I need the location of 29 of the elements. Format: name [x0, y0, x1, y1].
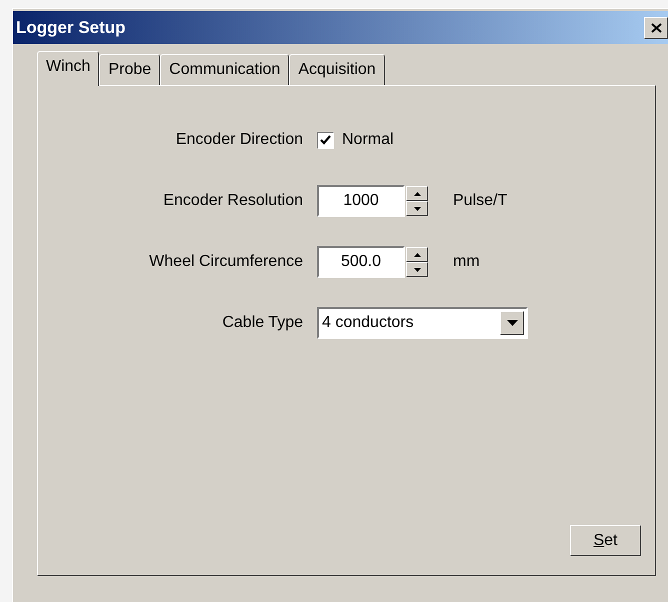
- number-field[interactable]: 500.0: [317, 246, 405, 278]
- dropdown-button[interactable]: [500, 311, 524, 335]
- spin-down-button[interactable]: [406, 201, 428, 216]
- up-arrow-icon: [414, 252, 420, 256]
- field-label: Encoder Direction: [174, 131, 303, 149]
- down-arrow-icon: [414, 268, 420, 272]
- tab[interactable]: Winch: [37, 51, 100, 86]
- checkbox-label: Normal: [342, 131, 394, 149]
- tab[interactable]: Acquisition: [289, 54, 385, 85]
- up-arrow-icon: [414, 192, 420, 196]
- unit-label: mm: [453, 253, 480, 271]
- close-button[interactable]: [644, 16, 668, 38]
- tab[interactable]: Communication: [160, 54, 290, 85]
- number-field[interactable]: 1000: [317, 185, 405, 217]
- close-icon: [650, 22, 662, 32]
- dropdown-field[interactable]: 4 conductors: [317, 307, 528, 339]
- spin-down-button[interactable]: [406, 262, 428, 277]
- field-label: Cable Type: [221, 314, 303, 332]
- unit-label: Pulse/T: [453, 192, 508, 210]
- spin-up-button[interactable]: [406, 247, 428, 262]
- spin-up-button[interactable]: [406, 186, 428, 201]
- set-button[interactable]: Set: [570, 525, 641, 556]
- field-label: Encoder Resolution: [162, 192, 303, 210]
- window-title: Logger Setup: [16, 18, 126, 38]
- field-label: Wheel Circumference: [148, 253, 303, 271]
- tab[interactable]: Probe: [99, 54, 160, 85]
- checkbox[interactable]: [317, 132, 334, 148]
- down-arrow-icon: [506, 320, 518, 326]
- down-arrow-icon: [414, 206, 420, 210]
